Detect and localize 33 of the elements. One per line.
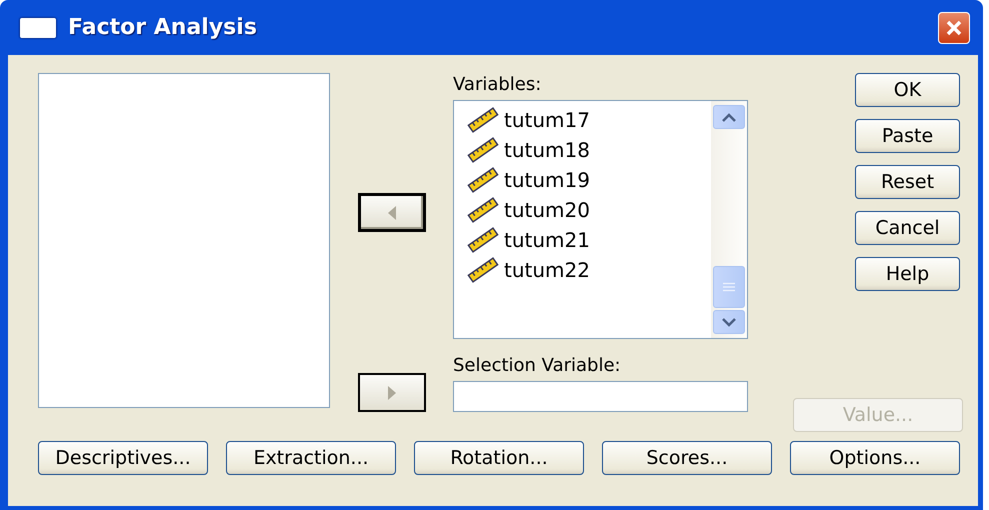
variable-item[interactable]: tutum21 (504, 228, 590, 252)
selection-variable-field[interactable] (453, 381, 748, 412)
dialog-button[interactable]: Scores... (602, 441, 772, 475)
down-chevron-icon (722, 318, 736, 326)
selection-variable-label: Selection Variable: (453, 354, 622, 378)
scrollbar[interactable] (711, 101, 747, 338)
arrow-button[interactable] (358, 373, 426, 412)
window-title: Factor Analysis (68, 15, 257, 40)
variables-list[interactable]: tutum17 tutum18 tutum19 tutum20 tutum21 tutum22 (453, 100, 748, 339)
dialog-button[interactable]: Help (855, 257, 960, 291)
window-icon (20, 18, 56, 38)
variable-item[interactable]: tutum20 (504, 198, 590, 222)
variable-item[interactable]: tutum22 (504, 258, 590, 282)
variable-item[interactable]: tutum17 (504, 108, 590, 132)
scroll-thumb[interactable] (713, 266, 745, 308)
variables-label: Variables: (453, 73, 542, 97)
dialog-button[interactable]: Rotation... (414, 441, 584, 475)
dialog-button[interactable]: Paste (855, 119, 960, 153)
dialog-button[interactable]: Options... (790, 441, 960, 475)
scroll-down-button[interactable] (713, 310, 745, 334)
arrow-button[interactable] (358, 193, 426, 232)
close-button[interactable] (938, 12, 970, 44)
dialog-button[interactable]: Reset (855, 165, 960, 199)
up-chevron-icon (722, 112, 736, 122)
grip-icon (723, 282, 735, 292)
dialog-button[interactable]: OK (855, 73, 960, 107)
scroll-up-button[interactable] (713, 105, 745, 129)
variable-item[interactable]: tutum18 (504, 138, 590, 162)
close-icon (945, 18, 963, 36)
dialog-button[interactable]: Cancel (855, 211, 960, 245)
dialog-button[interactable]: Descriptives... (38, 441, 208, 475)
variable-item[interactable]: tutum19 (504, 168, 590, 192)
dialog-button[interactable]: Extraction... (226, 441, 396, 475)
